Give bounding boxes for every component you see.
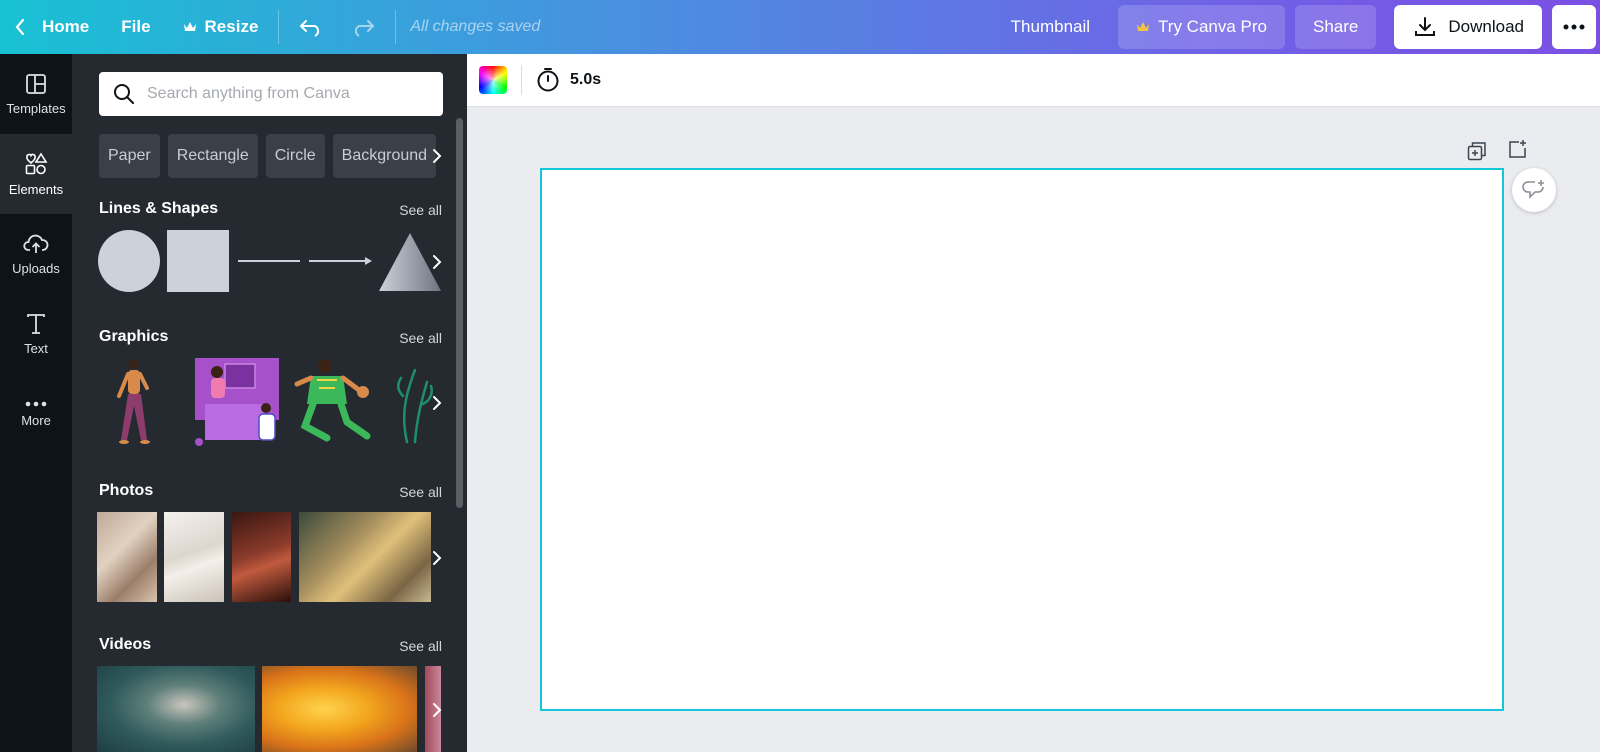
- see-all-videos[interactable]: See all: [399, 638, 442, 654]
- undo-icon: [299, 20, 320, 37]
- search-input[interactable]: [147, 85, 417, 103]
- comment-add-icon: [1522, 180, 1544, 199]
- background-color-button[interactable]: [479, 66, 507, 94]
- graphic-football-player[interactable]: [294, 359, 371, 442]
- redo-button[interactable]: [337, 0, 387, 54]
- redo-icon: [355, 20, 375, 37]
- try-canva-pro-button[interactable]: Try Canva Pro: [1118, 5, 1286, 49]
- see-all-lines-shapes[interactable]: See all: [399, 202, 442, 218]
- nav-templates[interactable]: Templates: [0, 54, 72, 134]
- nav-text[interactable]: Text: [0, 294, 72, 374]
- file-label: File: [121, 17, 151, 36]
- chevron-right-icon: [433, 703, 442, 717]
- videos-next-button[interactable]: [426, 690, 448, 730]
- nav-more-label: More: [21, 412, 51, 428]
- photo-thumbnail[interactable]: [232, 512, 291, 602]
- circle-shape[interactable]: [98, 230, 160, 292]
- nav-templates-label: Templates: [6, 100, 66, 116]
- video-thumbnail[interactable]: [97, 666, 255, 752]
- see-all-graphics[interactable]: See all: [399, 330, 442, 346]
- duration-label: 5.0s: [570, 71, 602, 88]
- chevron-right-icon: [433, 255, 442, 269]
- nav-elements-label: Elements: [8, 181, 64, 197]
- divider: [395, 10, 397, 44]
- section-title-lines-shapes: Lines & Shapes: [99, 200, 219, 217]
- divider: [278, 10, 280, 44]
- resize-button[interactable]: Resize: [171, 0, 271, 54]
- shapes-next-button[interactable]: [426, 242, 448, 282]
- top-bar: Home File Resize All changes saved Thumb…: [0, 0, 1600, 54]
- add-page-icon[interactable]: [1508, 139, 1528, 159]
- crown-icon: [1137, 22, 1150, 31]
- photo-thumbnail[interactable]: [97, 512, 157, 602]
- more-dots-icon: [25, 401, 47, 406]
- save-status: All changes saved: [410, 18, 541, 35]
- download-label: Download: [1448, 17, 1524, 36]
- photo-thumbnail[interactable]: [299, 512, 431, 602]
- text-icon: [27, 313, 45, 334]
- section-title-photos: Photos: [99, 482, 154, 499]
- chip-paper[interactable]: Paper: [99, 134, 160, 178]
- duplicate-page-icon[interactable]: [1467, 141, 1487, 161]
- chip-rectangle[interactable]: Rectangle: [167, 134, 258, 178]
- nav-uploads[interactable]: Uploads: [0, 214, 72, 294]
- chips-next-button[interactable]: [426, 136, 448, 176]
- search-icon: [114, 84, 134, 104]
- home-button[interactable]: Home: [0, 0, 101, 54]
- chip-circle[interactable]: Circle: [265, 134, 325, 178]
- resize-label: Resize: [204, 17, 259, 36]
- share-label: Share: [1313, 17, 1359, 36]
- add-comment-button[interactable]: [1512, 168, 1556, 212]
- graphics-next-button[interactable]: [426, 383, 448, 423]
- arrow-head: [365, 257, 372, 265]
- try-canva-pro-label: Try Canva Pro: [1158, 17, 1268, 36]
- thumbnail-label: Thumbnail: [1010, 17, 1091, 36]
- see-all-photos[interactable]: See all: [399, 484, 442, 500]
- upload-cloud-icon: [23, 234, 49, 253]
- design-page-canvas[interactable]: [540, 168, 1504, 711]
- share-button[interactable]: Share: [1295, 5, 1377, 49]
- suggestion-chips: Paper Rectangle Circle Background: [99, 134, 436, 178]
- nav-elements[interactable]: Elements: [0, 134, 72, 214]
- thumbnail-button[interactable]: Thumbnail: [999, 0, 1102, 54]
- graphics-row: [117, 358, 433, 446]
- section-title-graphics: Graphics: [99, 328, 169, 345]
- chevron-right-icon: [433, 551, 442, 565]
- more-options-button[interactable]: [1552, 5, 1596, 49]
- timer-icon: [537, 68, 559, 92]
- video-thumbnail[interactable]: [262, 666, 417, 752]
- nav-text-label: Text: [24, 340, 48, 356]
- square-shape[interactable]: [167, 230, 229, 292]
- undo-button[interactable]: [287, 0, 337, 54]
- section-title-videos: Videos: [99, 636, 152, 653]
- photo-thumbnail[interactable]: [164, 512, 224, 602]
- crown-icon: [183, 22, 196, 31]
- nav-uploads-label: Uploads: [12, 260, 60, 276]
- search-box[interactable]: [99, 72, 443, 116]
- home-label: Home: [42, 17, 90, 36]
- graphic-shop-scene[interactable]: [195, 358, 279, 446]
- download-icon: [1415, 17, 1436, 36]
- more-dots-icon: [1563, 24, 1585, 30]
- shapes-row: [98, 230, 441, 292]
- chevron-right-icon: [433, 396, 442, 410]
- templates-icon: [26, 73, 46, 94]
- file-menu-button[interactable]: File: [109, 0, 162, 54]
- chevron-left-icon: [15, 18, 25, 36]
- divider: [521, 65, 522, 95]
- chip-background[interactable]: Background: [332, 134, 436, 178]
- nav-more[interactable]: More: [0, 374, 72, 454]
- graphic-woman-standing[interactable]: [117, 359, 150, 444]
- elements-panel: Paper Rectangle Circle Background Lines …: [72, 54, 467, 752]
- download-button[interactable]: Download: [1394, 5, 1542, 49]
- panel-scrollbar[interactable]: [456, 118, 463, 508]
- chevron-right-icon: [433, 149, 442, 163]
- side-nav: Templates Elements Uploads Text More: [0, 54, 72, 752]
- editor-toolbar: 5.0s: [467, 54, 1600, 107]
- photos-next-button[interactable]: [426, 538, 448, 578]
- duration-button[interactable]: 5.0s: [536, 67, 601, 93]
- elements-icon: [25, 151, 48, 174]
